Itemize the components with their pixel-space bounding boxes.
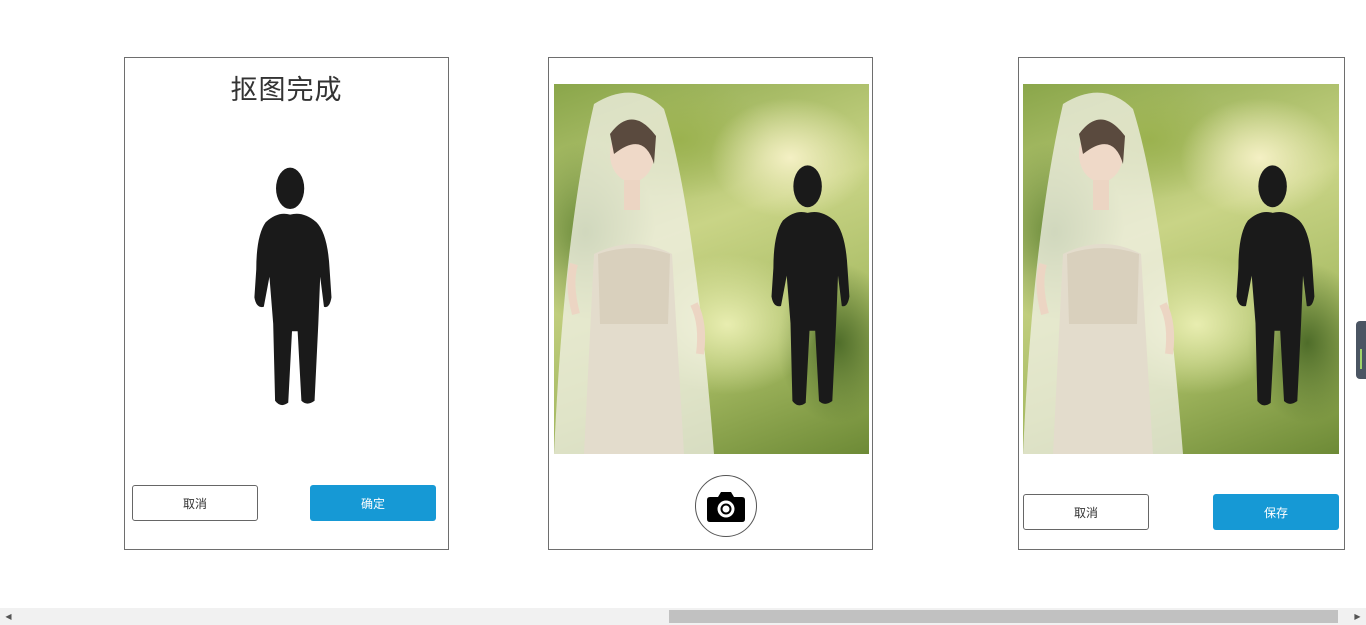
camera-button[interactable] xyxy=(695,475,757,537)
scroll-right-icon[interactable]: ▶ xyxy=(1349,608,1366,625)
result-photo xyxy=(1023,84,1339,454)
person-silhouette xyxy=(254,167,332,406)
horizontal-scrollbar[interactable]: ◀ ▶ xyxy=(0,608,1366,625)
scroll-left-icon[interactable]: ◀ xyxy=(0,608,17,625)
composite-preview-panel xyxy=(548,57,873,550)
panel-title: 抠图完成 xyxy=(230,75,343,106)
cancel-button[interactable]: 取消 xyxy=(132,485,258,521)
confirm-button[interactable]: 确定 xyxy=(310,485,436,521)
camera-icon xyxy=(707,492,745,522)
save-button[interactable]: 保存 xyxy=(1213,494,1339,530)
save-preview-panel: 取消 保存 xyxy=(1018,57,1345,550)
composite-photo xyxy=(554,84,869,454)
scrollbar-thumb[interactable] xyxy=(669,610,1338,623)
cancel-button[interactable]: 取消 xyxy=(1023,494,1149,530)
side-widget-tab[interactable] xyxy=(1356,321,1366,379)
cutout-complete-panel: 抠图完成 取消 确定 xyxy=(124,57,449,550)
